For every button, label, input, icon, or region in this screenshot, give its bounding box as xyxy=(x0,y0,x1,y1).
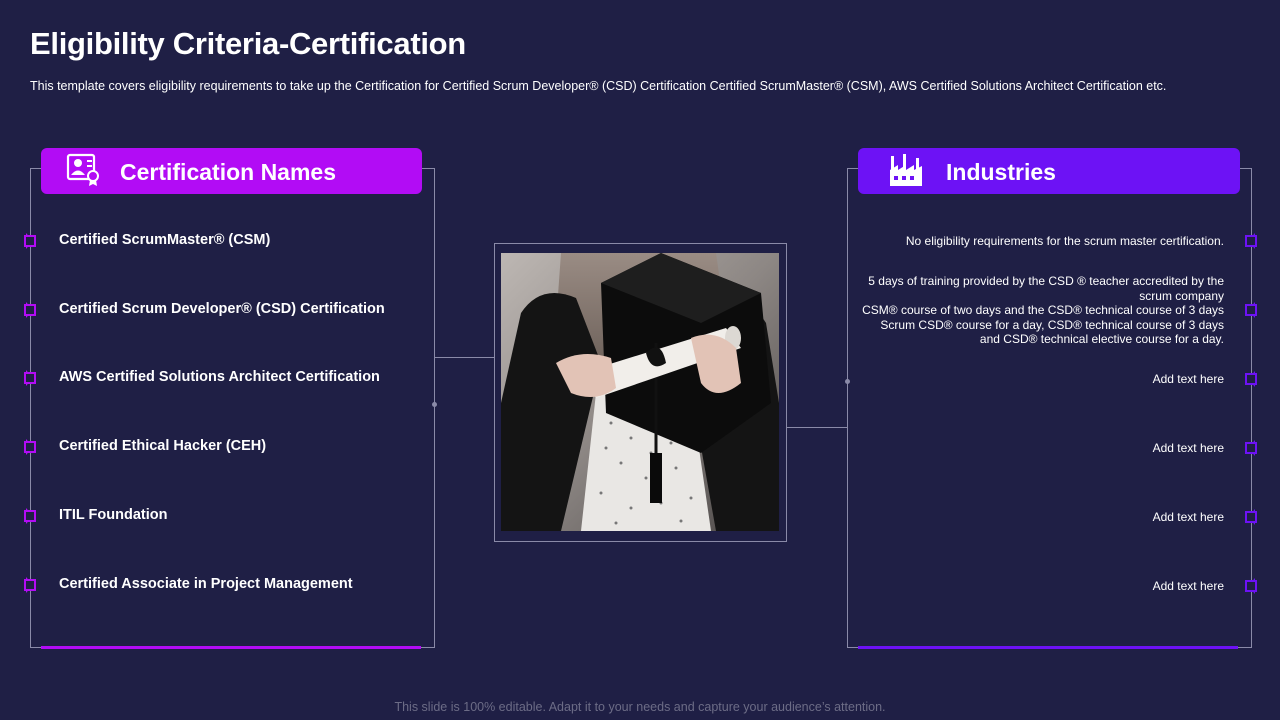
left-connector-h xyxy=(434,357,494,358)
left-panel-accent xyxy=(41,646,421,649)
certification-item: AWS Certified Solutions Architect Certif… xyxy=(59,369,380,385)
left-connector-dot xyxy=(432,402,437,407)
certification-item: Certified ScrumMaster® (CSM) xyxy=(59,232,271,248)
certification-item: ITIL Foundation xyxy=(59,507,168,523)
right-bullet-marker xyxy=(1241,440,1257,456)
factory-icon xyxy=(888,152,924,188)
right-bullet-marker xyxy=(1241,509,1257,525)
right-panel-header: Industries xyxy=(858,148,1240,194)
page-subtitle: This template covers eligibility require… xyxy=(30,79,1167,93)
left-bullet-marker xyxy=(24,370,40,386)
right-panel-accent xyxy=(858,646,1238,649)
page-title: Eligibility Criteria-Certification xyxy=(30,26,466,61)
footer-note: This slide is 100% editable. Adapt it to… xyxy=(394,700,886,714)
right-bullet-marker xyxy=(1241,302,1257,318)
industry-item: Add text here xyxy=(1152,372,1224,386)
right-panel-title: Industries xyxy=(946,159,1056,185)
left-bullet-marker xyxy=(24,302,40,318)
left-panel-header: Certification Names xyxy=(41,148,422,194)
certification-item: Certified Ethical Hacker (CEH) xyxy=(59,438,267,454)
industry-item: Add text here xyxy=(1152,579,1224,593)
graduate-photo xyxy=(501,253,779,531)
industry-item: Add text here xyxy=(1152,510,1224,524)
left-bullet-marker xyxy=(24,577,40,593)
left-bullet-marker xyxy=(24,439,40,455)
left-bullet-marker xyxy=(24,233,40,249)
certification-item: Certified Scrum Developer® (CSD) Certifi… xyxy=(59,301,385,317)
right-bullet-marker xyxy=(1241,371,1257,387)
industry-item: Add text here xyxy=(1152,441,1224,455)
right-bullet-marker xyxy=(1241,233,1257,249)
certificate-icon xyxy=(66,152,102,188)
industry-item: No eligibility requirements for the scru… xyxy=(905,234,1224,248)
certification-item: Certified Associate in Project Managemen… xyxy=(59,576,353,592)
industry-item: 5 days of training provided by the CSD ®… xyxy=(862,274,1224,346)
right-bullet-marker xyxy=(1241,578,1257,594)
left-bullet-marker xyxy=(24,508,40,524)
left-panel-title: Certification Names xyxy=(120,159,337,185)
right-connector-h xyxy=(787,427,848,428)
